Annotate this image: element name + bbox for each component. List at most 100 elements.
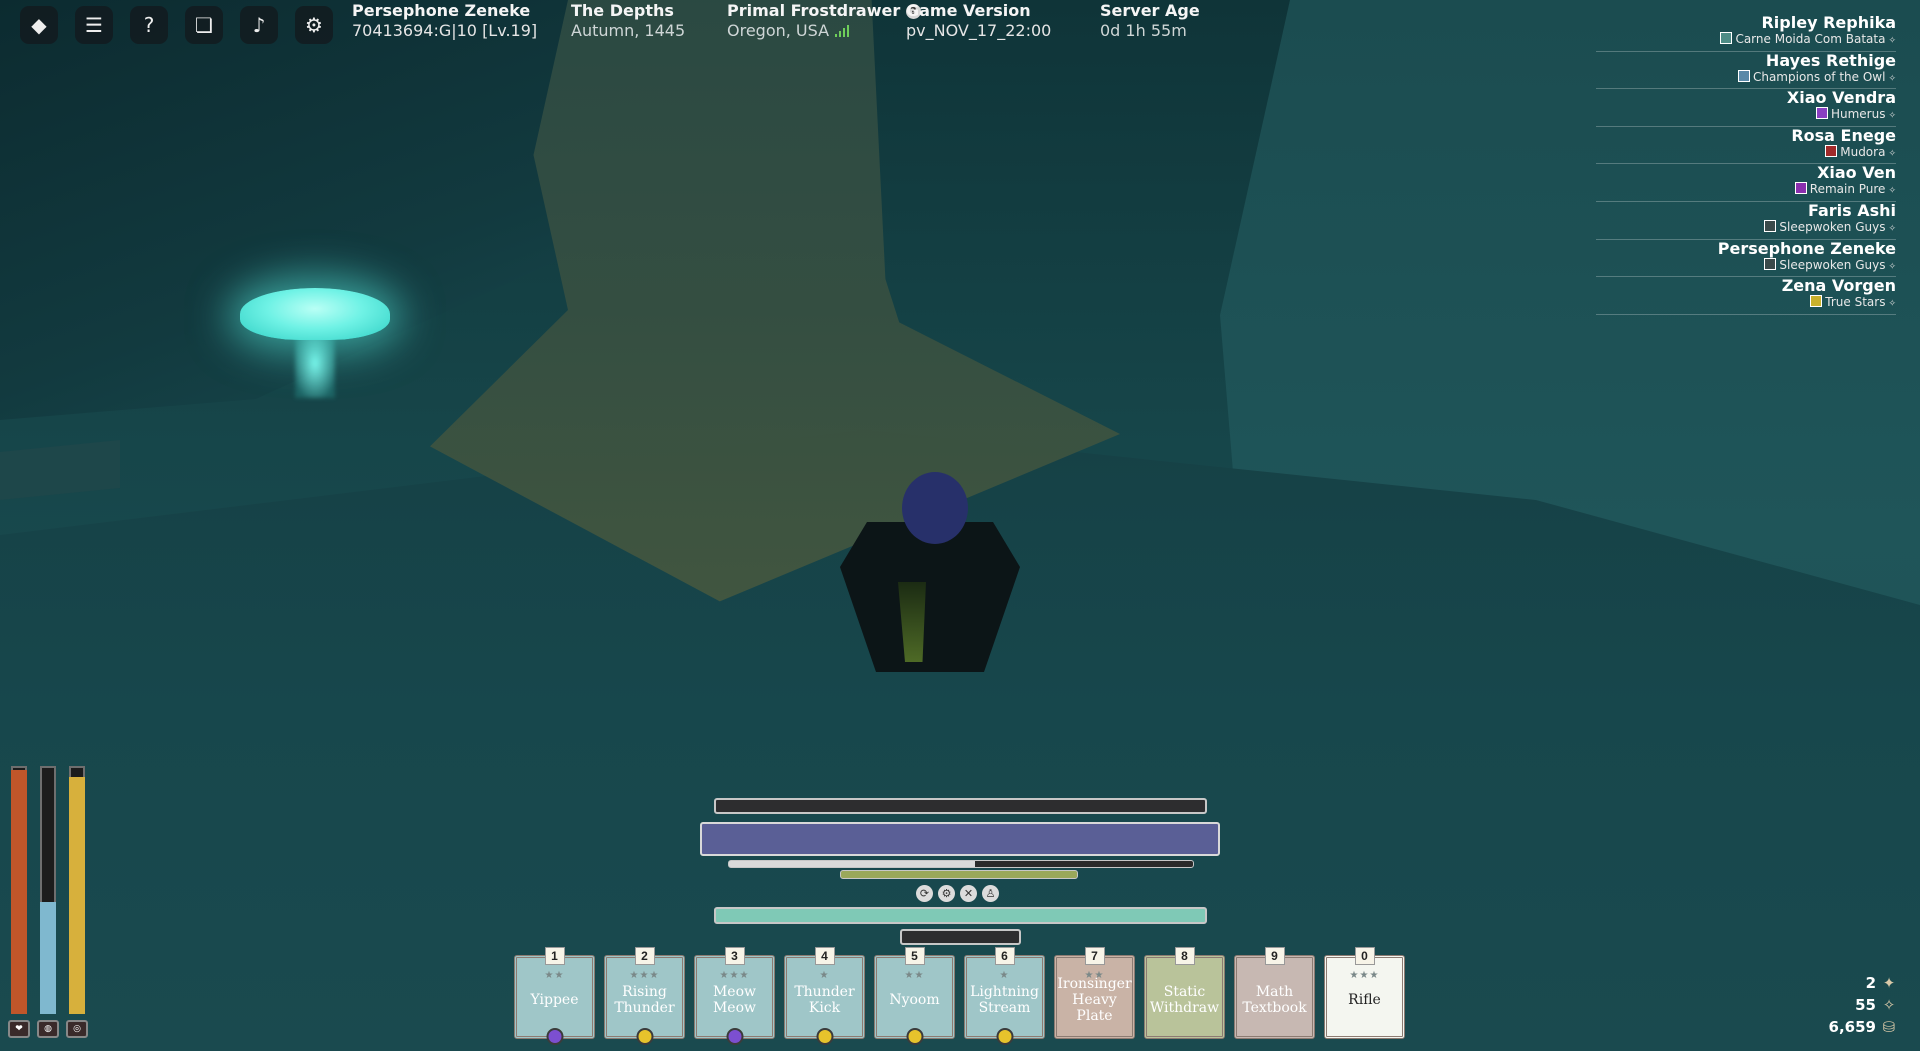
element-orb-icon [816, 1028, 833, 1045]
roblox-logo-icon[interactable]: ◆ [20, 6, 58, 44]
rarity-stars-icon: ★★ [544, 970, 565, 981]
guild-name: Sleepwoken Guys [1779, 257, 1886, 272]
rarity-stars-icon: ★★ [904, 970, 925, 981]
reset-icon[interactable]: ⟳ [916, 885, 933, 902]
hotbar-slot[interactable]: 9 Math Textbook [1234, 947, 1315, 1039]
character-icon[interactable]: ♙ [982, 885, 999, 902]
player-list-entry[interactable]: Xiao Ven Remain Pure ✧ [1596, 164, 1896, 202]
stat-badge-icon: ◎ [66, 1020, 88, 1038]
hotbar-slot[interactable]: 2 ★★★ Rising Thunder [604, 947, 685, 1045]
guild-icon [1764, 257, 1777, 270]
element-orb-icon [546, 1028, 563, 1045]
rarity-stars-icon: ★★★ [1349, 970, 1380, 981]
currency-row: 2 ✦ [1829, 972, 1896, 994]
location-info: The Depths Autumn, 1445 [571, 1, 685, 41]
coin-icon: ⛁ [1882, 1018, 1896, 1036]
hud-buttons: ⟳ ⚙ ✕ ♙ [916, 885, 999, 902]
guild-rank-icon: ✧ [1888, 261, 1896, 272]
stat-badge-icon: ❤ [8, 1020, 30, 1038]
player-name: Persephone Zeneke [352, 1, 531, 20]
hotbar-key: 6 [994, 947, 1015, 965]
player-list-name: Zena Vorgen [1781, 276, 1896, 296]
hotbar-slot-label: Rifle [1348, 992, 1381, 1008]
version-label: Game Version [906, 1, 1031, 20]
player-list-entry[interactable]: Ripley Rephika Carne Moida Com Batata ✧ [1596, 14, 1896, 52]
guild-name: Carne Moida Com Batata [1735, 32, 1886, 46]
music-icon[interactable]: ♪ [240, 6, 278, 44]
stat-bars: ❤ ◍ ◎ [8, 758, 88, 1038]
player-list-entry[interactable]: Persephone Zeneke Sleepwoken Guys ✧ [1596, 239, 1896, 278]
player-list-entry[interactable]: Rosa Enege Mudora ✧ [1596, 126, 1896, 165]
server-age-label: Server Age [1100, 1, 1200, 20]
guild-icon [1737, 69, 1750, 82]
guild-name: Mudora [1840, 144, 1886, 159]
hotbar-slot[interactable]: 6 ★ Lightning Stream [964, 947, 1045, 1045]
area-name: The Depths [571, 1, 674, 20]
hotbar-key: 1 [544, 947, 565, 965]
hotbar-slot[interactable]: 7 ★★ Ironsinger Heavy Plate [1054, 947, 1135, 1039]
hotbar-key: 5 [904, 947, 925, 965]
player-character [840, 462, 1020, 692]
ether-bar [840, 870, 1078, 879]
stamina-bar: ◍ [37, 758, 59, 1038]
guild-name: Humerus [1830, 107, 1886, 122]
player-id-level: 70413694:G|10 [Lv.19] [352, 21, 538, 40]
hotbar: 1 ★★ Yippee 2 ★★★ Rising Thunder 3 ★★★ M… [514, 947, 1405, 1045]
settings-icon[interactable]: ⚙ [295, 6, 333, 44]
server-region: Oregon, USA [727, 21, 830, 40]
guild-rank-icon: ✧ [1888, 36, 1896, 46]
player-list-entry[interactable]: Hayes Rethige Champions of the Owl ✧ [1596, 51, 1896, 90]
player-list-entry[interactable]: Xiao Vendra Humerus ✧ [1596, 89, 1896, 127]
glowing-mushroom [240, 288, 390, 408]
hotbar-key: 9 [1264, 947, 1285, 965]
stat-badge-icon: ◍ [37, 1020, 59, 1038]
top-menu: ◆ ☰ ? ❏ ♪ ⚙ [20, 6, 333, 44]
currency-value: 6,659 [1828, 1018, 1876, 1036]
guild-icon [1815, 107, 1828, 120]
server-age-value: 0d 1h 55m [1100, 21, 1187, 40]
guild-icon [1720, 32, 1733, 44]
mode-icon[interactable]: ⚙ [938, 885, 955, 902]
hotbar-slot[interactable]: 8 Static Withdraw [1144, 947, 1225, 1039]
hotbar-slot[interactable]: 0 ★★★ Rifle [1324, 947, 1405, 1039]
player-list: Ripley Rephika Carne Moida Com Batata ✧ Ha… [1596, 14, 1896, 315]
element-orb-icon [906, 1028, 923, 1045]
player-list-name: Xiao Ven [1817, 163, 1896, 183]
chat-icon[interactable]: ☰ [75, 6, 113, 44]
guild-rank-icon: ✧ [1888, 73, 1896, 84]
hotbar-slot-label: Math Textbook [1242, 984, 1307, 1016]
hotbar-slot[interactable]: 1 ★★ Yippee [514, 947, 595, 1045]
guild-name: Champions of the Owl [1752, 69, 1886, 84]
guild-rank-icon: ✧ [1888, 299, 1896, 310]
guild-icon [1794, 182, 1807, 195]
player-info: Persephone Zeneke 70413694:G|10 [Lv.19] [352, 1, 537, 41]
hotbar-slot[interactable]: 5 ★★ Nyoom [874, 947, 955, 1045]
rarity-stars-icon: ★★ [1084, 970, 1105, 981]
rarity-stars-icon: ★★★ [719, 970, 750, 981]
help-icon[interactable]: ? [130, 6, 168, 44]
blood-bar [714, 907, 1207, 924]
player-list-entry[interactable]: Zena Vorgen True Stars ✧ [1596, 277, 1896, 315]
journal-icon[interactable]: ❏ [185, 6, 223, 44]
guild-rank-icon: ✧ [1888, 186, 1896, 197]
insight-icon: ✧ [1882, 996, 1896, 1014]
player-list-entry[interactable]: Faris Ashi Sleepwoken Guys ✧ [1596, 201, 1896, 240]
hotbar-key: 2 [634, 947, 655, 965]
server-age-info: Server Age 0d 1h 55m [1100, 1, 1200, 41]
server-info: Primal Frostdrawer ? Oregon, USA [727, 1, 921, 41]
hotbar-slot-label: Static Withdraw [1149, 984, 1220, 1016]
hotbar-slot-label: Yippee [530, 992, 579, 1008]
guild-name: Sleepwoken Guys [1779, 219, 1886, 234]
hotbar-slot[interactable]: 4 ★ Thunder Kick [784, 947, 865, 1045]
rarity-stars-icon: ★★★ [629, 970, 660, 981]
server-name: Primal Frostdrawer [727, 1, 901, 20]
rarity-stars-icon: ★ [819, 970, 830, 981]
posture-bar [714, 798, 1207, 814]
guild-icon [1810, 295, 1823, 308]
hotbar-slot[interactable]: 3 ★★★ Meow Meow [694, 947, 775, 1045]
close-icon[interactable]: ✕ [960, 885, 977, 902]
tempo-bar [728, 860, 1194, 868]
hotbar-key: 8 [1174, 947, 1195, 965]
hunger-bar: ◎ [66, 758, 88, 1038]
hotbar-key: 3 [724, 947, 745, 965]
